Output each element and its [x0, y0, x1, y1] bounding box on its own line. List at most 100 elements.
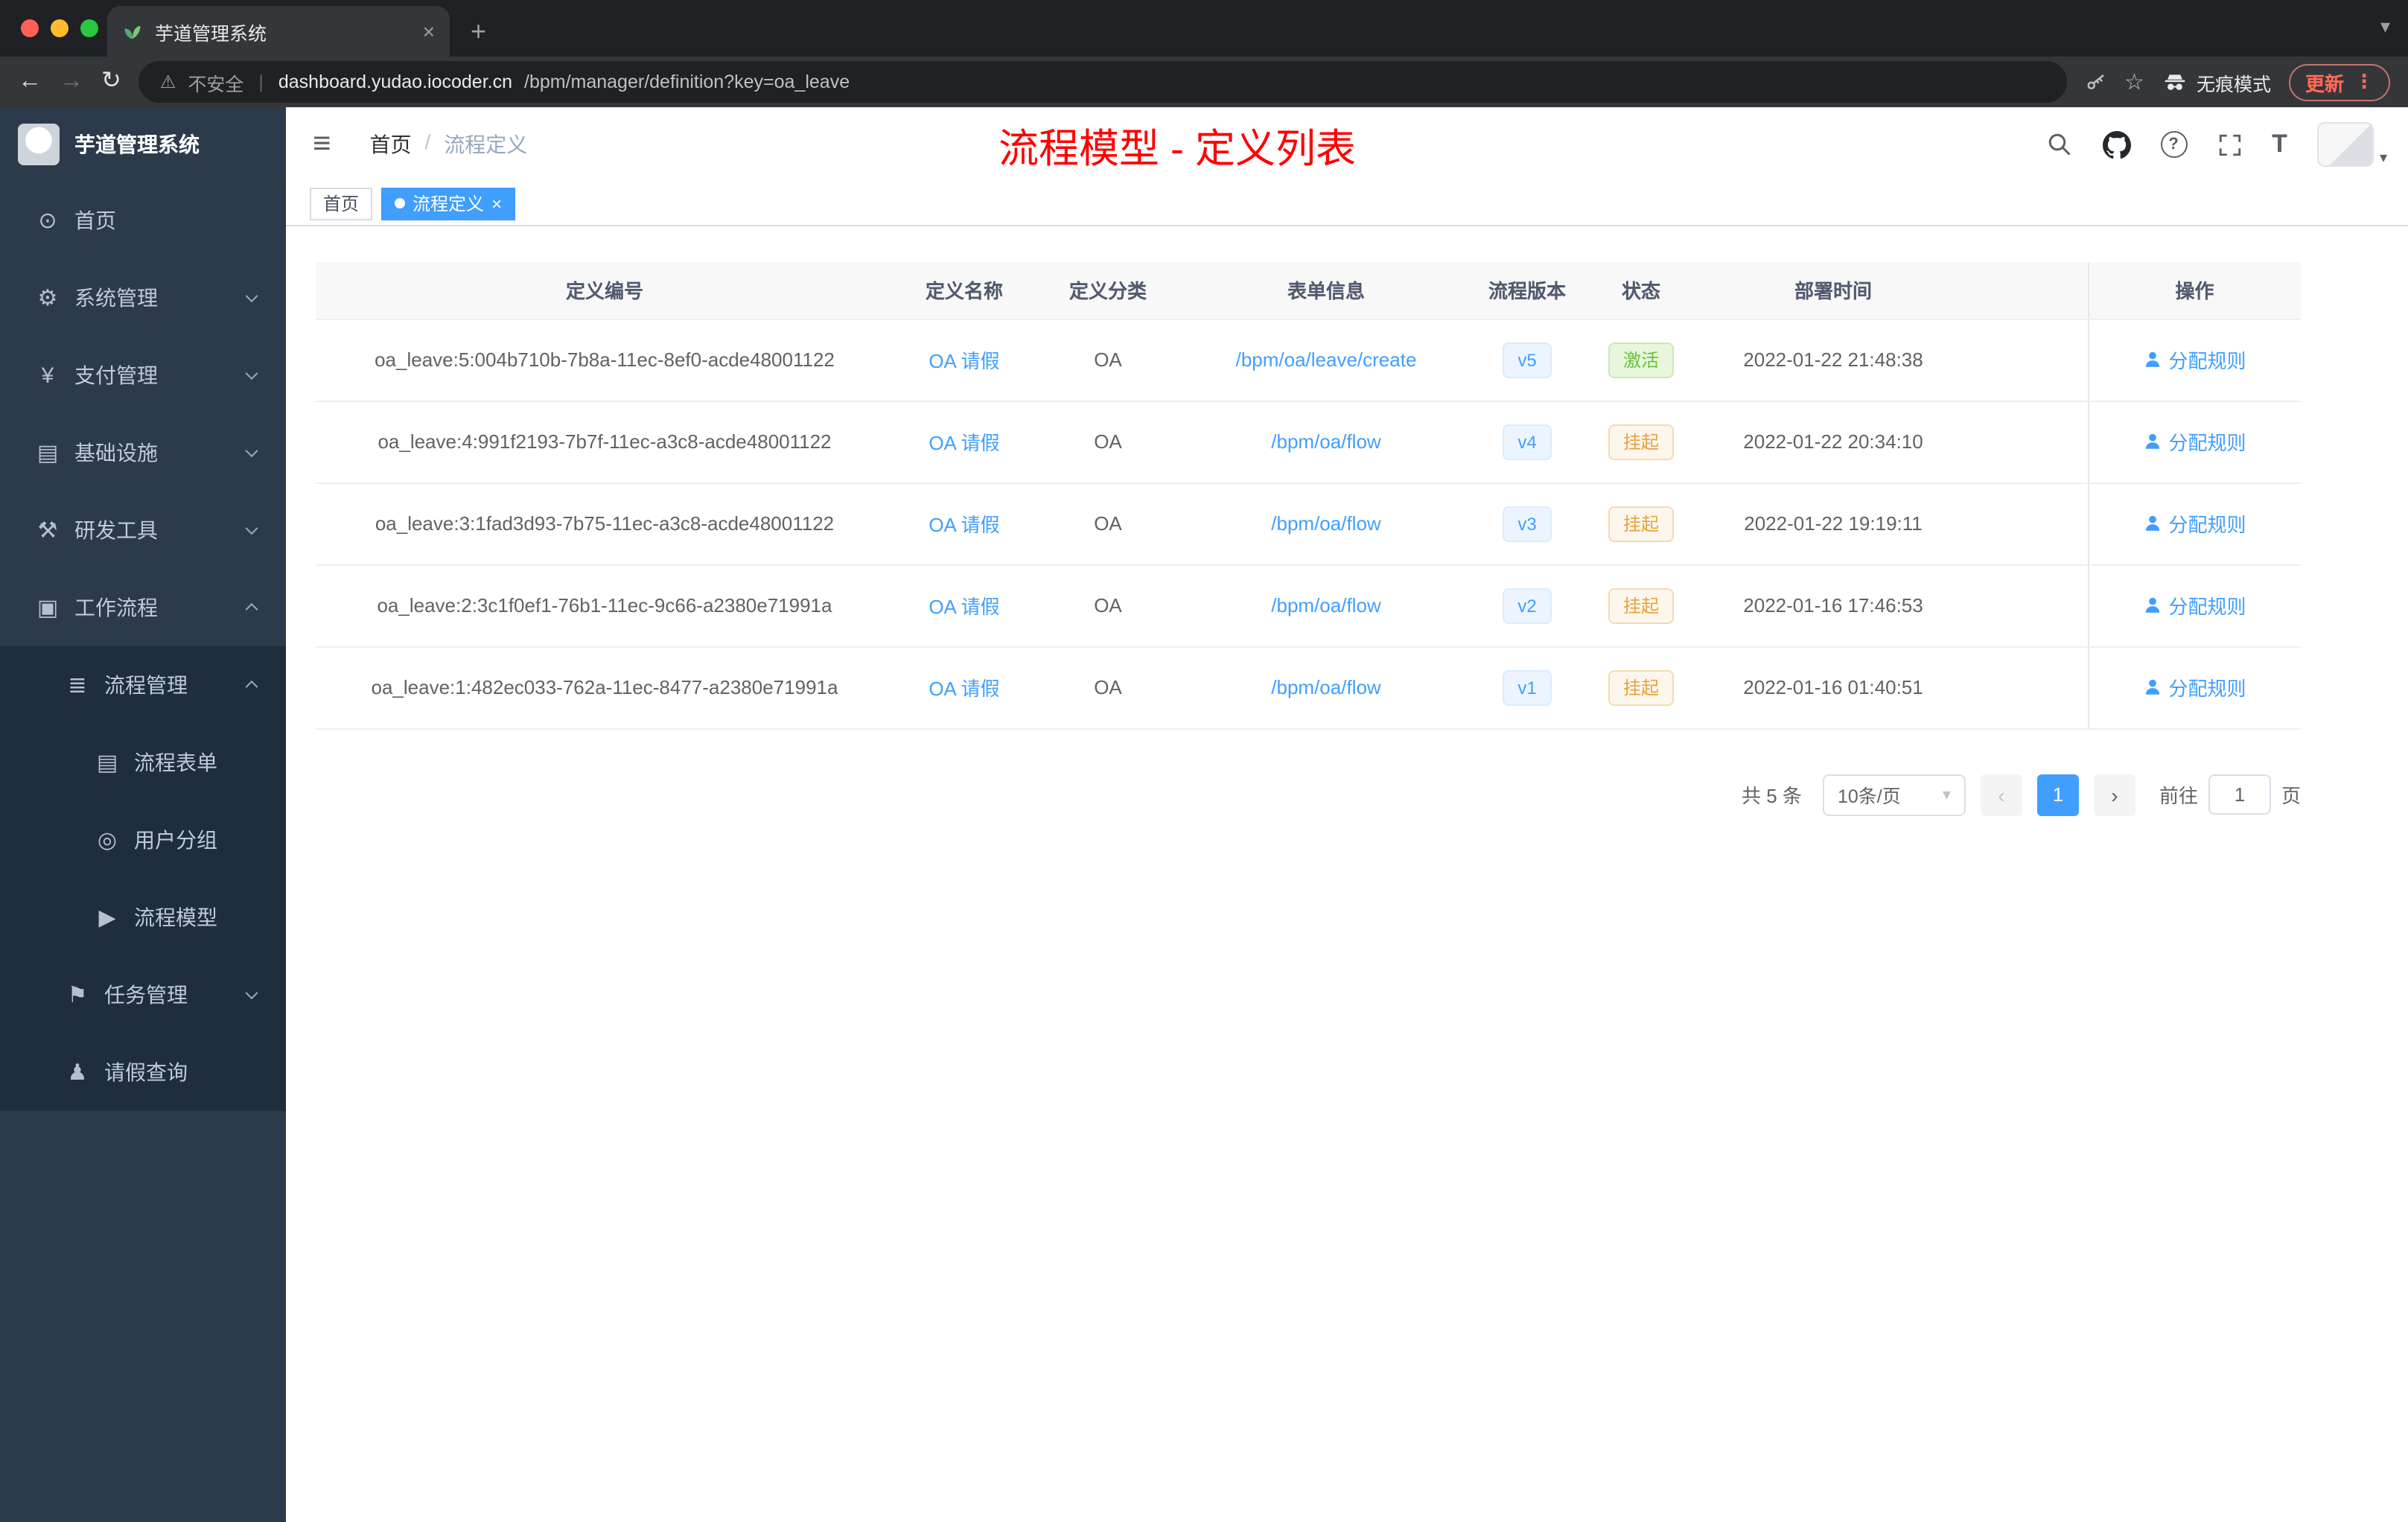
sidebar-item-process-form[interactable]: ▤ 流程表单: [0, 724, 286, 801]
column-deploy-time: 部署时间: [1699, 262, 1967, 319]
close-window-button[interactable]: [21, 19, 39, 37]
user-group-icon: ◎: [97, 828, 118, 853]
bookmark-star-icon[interactable]: ☆: [2124, 69, 2144, 95]
app-title: 芋道管理系统: [74, 133, 200, 156]
column-form-info: 表单信息: [1181, 262, 1471, 319]
form-info-link[interactable]: /bpm/oa/flow: [1271, 512, 1380, 535]
pagination-total: 共 5 条: [1742, 785, 1802, 807]
new-tab-button[interactable]: +: [471, 16, 486, 48]
goto-unit-label: 页: [2281, 785, 2301, 807]
form-info-link[interactable]: /bpm/oa/leave/create: [1236, 348, 1417, 371]
sidebar-item-system-management[interactable]: ⚙ 系统管理: [0, 259, 286, 337]
status-badge: 挂起: [1608, 424, 1674, 459]
assign-rule-link[interactable]: 分配规则: [2143, 591, 2246, 620]
page-size-select[interactable]: 10条/页 ▾: [1822, 774, 1966, 815]
cell-category: OA: [1035, 319, 1181, 401]
help-icon[interactable]: ?: [2160, 131, 2188, 158]
sidebar-item-process-management[interactable]: ≣ 流程管理: [0, 646, 286, 724]
fullscreen-icon[interactable]: [2217, 132, 2242, 157]
address-divider: |: [258, 71, 264, 92]
pagination: 共 5 条 10条/页 ▾ ‹ 1 › 前往 页: [316, 774, 2301, 815]
sidebar-item-leave-query[interactable]: ♟ 请假查询: [0, 1034, 286, 1111]
tab-close-icon[interactable]: ×: [423, 19, 435, 43]
sidebar-item-workflow[interactable]: ▣ 工作流程: [0, 569, 286, 646]
definition-name-link[interactable]: OA 请假: [929, 432, 999, 454]
yen-icon: ¥: [41, 363, 54, 388]
version-badge: v1: [1503, 669, 1552, 705]
address-bar[interactable]: ⚠ 不安全 | dashboard.yudao.iocoder.cn/bpm/m…: [138, 61, 2067, 103]
user-icon: [2146, 597, 2160, 613]
goto-label: 前往: [2159, 785, 2198, 807]
minimize-window-button[interactable]: [51, 19, 69, 37]
github-icon[interactable]: [2102, 130, 2131, 159]
sidebar-collapse-icon[interactable]: ≡: [286, 127, 352, 162]
back-icon[interactable]: ←: [18, 69, 42, 94]
password-key-icon[interactable]: [2084, 71, 2106, 93]
incognito-icon: [2165, 74, 2185, 89]
tag-home[interactable]: 首页: [310, 187, 373, 220]
sidebar-item-user-group[interactable]: ◎ 用户分组: [0, 801, 286, 879]
cell-definition-id: oa_leave:1:482ec033-762a-11ec-8477-a2380…: [316, 646, 894, 729]
assign-rule-link[interactable]: 分配规则: [2143, 673, 2246, 701]
sidebar-item-home[interactable]: ⊙ 首页: [0, 182, 286, 259]
incognito-badge: 无痕模式: [2162, 68, 2271, 96]
assign-rule-link[interactable]: 分配规则: [2143, 509, 2246, 538]
font-size-icon[interactable]: T: [2272, 130, 2287, 159]
cell-category: OA: [1035, 401, 1181, 483]
forward-icon[interactable]: →: [60, 69, 83, 94]
process-management-icon: ≣: [68, 673, 87, 698]
tab-search-chevron-icon[interactable]: ▾: [2380, 15, 2390, 39]
form-info-link[interactable]: /bpm/oa/flow: [1271, 594, 1380, 617]
app-header: ≡ 首页 / 流程定义 流程模型 - 定义列表 ? T ▾: [286, 107, 2408, 182]
browser-menu-dots-icon[interactable]: ⋮: [2354, 70, 2374, 94]
gear-icon: ⚙: [37, 286, 58, 311]
definition-name-link[interactable]: OA 请假: [929, 350, 999, 372]
breadcrumb-home[interactable]: 首页: [370, 130, 412, 159]
dashboard-icon: ⊙: [38, 208, 57, 234]
assign-rule-link[interactable]: 分配规则: [2143, 346, 2246, 374]
reload-icon[interactable]: ↻: [101, 69, 121, 94]
zoom-window-button[interactable]: [80, 19, 98, 37]
user-avatar-menu[interactable]: ▾: [2316, 122, 2387, 167]
definition-name-link[interactable]: OA 请假: [929, 678, 999, 700]
incognito-label: 无痕模式: [2196, 74, 2271, 95]
goto-page-input[interactable]: [2208, 774, 2271, 815]
chevron-down-icon: [245, 522, 258, 535]
search-icon[interactable]: [2045, 131, 2072, 158]
chevron-up-icon: [245, 602, 258, 616]
table-row: oa_leave:2:3c1f0ef1-76b1-11ec-9c66-a2380…: [316, 564, 2301, 647]
sidebar-item-payment-management[interactable]: ¥ 支付管理: [0, 337, 286, 414]
browser-tab[interactable]: 芋道管理系统 ×: [107, 6, 450, 57]
tag-process-definition[interactable]: 流程定义 ×: [381, 187, 516, 220]
cell-category: OA: [1035, 646, 1181, 729]
version-badge: v2: [1503, 588, 1552, 623]
chevron-down-icon: [245, 367, 258, 380]
definition-name-link[interactable]: OA 请假: [929, 596, 999, 618]
user-icon: [2146, 515, 2160, 531]
security-warning-icon[interactable]: ⚠: [160, 71, 176, 92]
cell-deploy-time: 2022-01-22 21:48:38: [1699, 319, 1967, 401]
form-info-link[interactable]: /bpm/oa/flow: [1271, 676, 1380, 698]
sidebar-item-process-model[interactable]: ▶ 流程模型: [0, 879, 286, 956]
cell-deploy-time: 2022-01-22 19:19:11: [1699, 483, 1967, 565]
browser-update-button[interactable]: 更新 ⋮: [2288, 63, 2390, 101]
page-number-button[interactable]: 1: [2036, 774, 2079, 815]
form-info-link[interactable]: /bpm/oa/flow: [1271, 430, 1380, 453]
definition-table: 定义编号 定义名称 定义分类 表单信息 流程版本 状态 部署时间 操作 oa_l…: [316, 262, 2301, 729]
version-badge: v3: [1503, 506, 1552, 541]
assign-rule-link[interactable]: 分配规则: [2143, 427, 2246, 456]
definition-name-link[interactable]: OA 请假: [929, 514, 999, 536]
cell-definition-id: oa_leave:4:991f2193-7b7f-11ec-a3c8-acde4…: [316, 401, 894, 483]
tag-close-icon[interactable]: ×: [491, 193, 502, 214]
table-row: oa_leave:5:004b710b-7b8a-11ec-8ef0-acde4…: [316, 319, 2301, 401]
table-row: oa_leave:1:482ec033-762a-11ec-8477-a2380…: [316, 646, 2301, 729]
sidebar-item-dev-tools[interactable]: ⚒ 研发工具: [0, 491, 286, 569]
prev-page-button[interactable]: ‹: [1980, 774, 2022, 815]
version-badge: v5: [1503, 342, 1552, 378]
sidebar-item-infrastructure[interactable]: ▤ 基础设施: [0, 414, 286, 491]
cell-category: OA: [1035, 483, 1181, 565]
next-page-button[interactable]: ›: [2093, 774, 2135, 815]
avatar: [2316, 122, 2374, 167]
sidebar-item-task-management[interactable]: ⚑ 任务管理: [0, 956, 286, 1034]
browser-toolbar: ← → ↻ ⚠ 不安全 | dashboard.yudao.iocoder.cn…: [0, 57, 2408, 107]
